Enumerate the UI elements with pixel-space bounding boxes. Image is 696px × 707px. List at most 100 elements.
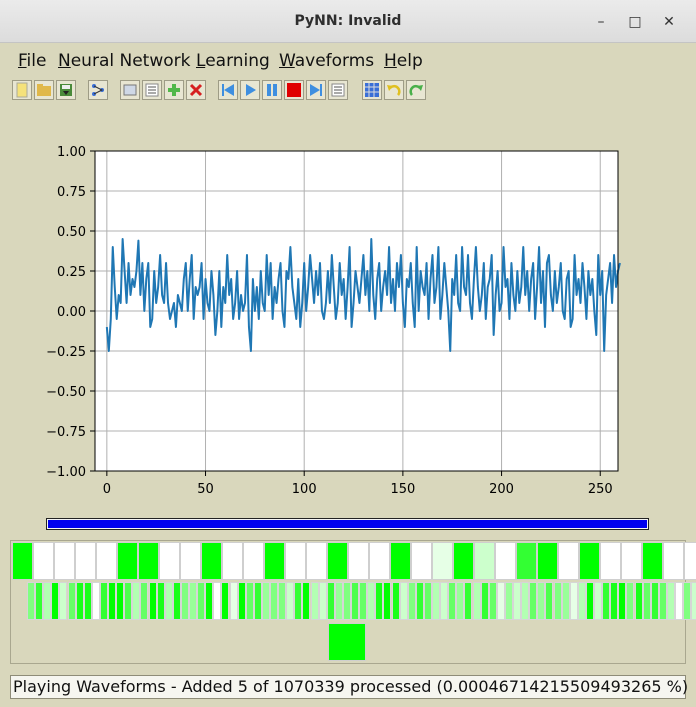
neuron-cell-layer2 <box>221 582 230 620</box>
neuron-cell-layer2 <box>375 582 384 620</box>
neuron-cell-layer2 <box>294 582 303 620</box>
neuron-cell-layer2 <box>440 582 449 620</box>
neuron-cell-layer2 <box>43 582 52 620</box>
grid-button[interactable] <box>362 80 382 100</box>
neuron-cell-layer2 <box>172 582 181 620</box>
neuron-cell-layer2 <box>577 582 586 620</box>
menu-help[interactable]: Help <box>384 51 423 71</box>
y-tick-label: 0.25 <box>57 265 86 280</box>
layer-button[interactable] <box>120 80 140 100</box>
neuron-cell-layer2 <box>27 582 36 620</box>
menu-file-label: ile <box>26 51 47 71</box>
toolbar <box>10 78 686 104</box>
neuron-cell-layer1 <box>306 542 327 580</box>
redo-button[interactable] <box>406 80 426 100</box>
neuron-cell-layer2 <box>448 582 457 620</box>
fast-forward-button[interactable] <box>306 80 326 100</box>
neuron-cell-layer2 <box>67 582 76 620</box>
save-button[interactable] <box>56 80 76 100</box>
neuron-cell-layer2 <box>59 582 68 620</box>
neuron-cell-layer2 <box>553 582 562 620</box>
neuron-cell-layer2 <box>545 582 554 620</box>
neuron-cell-layer2 <box>359 582 368 620</box>
neuron-cell-layer2 <box>156 582 165 620</box>
app-window: PyNN: Invalid – □ ✕ File Neural Network … <box>0 0 696 707</box>
neuron-cell-layer2 <box>691 582 696 620</box>
neuron-cell-layer2 <box>334 582 343 620</box>
neuron-cell-layer2 <box>164 582 173 620</box>
neuron-cell-layer1 <box>348 542 369 580</box>
neuron-cell-layer2 <box>521 582 530 620</box>
neuron-cell-layer2 <box>302 582 311 620</box>
menu-waveforms[interactable]: Waveforms <box>279 51 374 71</box>
network-button[interactable] <box>88 80 108 100</box>
neuron-cell-layer2 <box>464 582 473 620</box>
neuron-cell-layer2 <box>83 582 92 620</box>
neuron-cell-layer2 <box>367 582 376 620</box>
play-button[interactable] <box>240 80 260 100</box>
title-bar[interactable]: PyNN: Invalid – □ ✕ <box>0 0 696 43</box>
undo-icon <box>387 84 401 96</box>
neuron-cell-layer2 <box>91 582 100 620</box>
neuron-cell-layer1 <box>54 542 75 580</box>
rewind-button[interactable] <box>218 80 238 100</box>
neuron-cell-layer1 <box>684 542 696 580</box>
pause-button[interactable] <box>262 80 282 100</box>
neuron-cell-layer2 <box>270 582 279 620</box>
progress-bar <box>46 518 649 530</box>
stop-button[interactable] <box>284 80 304 100</box>
x-tick-label: 100 <box>292 482 317 497</box>
neuron-cell-layer2 <box>561 582 570 620</box>
menu-waveforms-mnemonic: W <box>279 51 295 71</box>
close-button[interactable]: ✕ <box>658 11 680 33</box>
neuron-cell-layer2 <box>585 582 594 620</box>
neuron-cell-layer2 <box>513 582 522 620</box>
neuron-cell-layer2 <box>399 582 408 620</box>
waveform-chart: 0 50 100 150 200 250 −1.00 −0.75 −0.50 −0.25 0.00 0… <box>46 145 621 497</box>
menu-neural-network-label: eural Network <box>70 51 191 71</box>
maximize-button[interactable]: □ <box>624 11 646 33</box>
neuron-cell-layer2 <box>197 582 206 620</box>
list-button[interactable] <box>328 80 348 100</box>
table-button[interactable] <box>142 80 162 100</box>
menu-file-mnemonic: F <box>18 51 27 71</box>
menu-file[interactable]: File <box>18 51 46 71</box>
neuron-cell-layer1 <box>138 542 159 580</box>
neuron-cell-layer2 <box>488 582 497 620</box>
neuron-cell-layer1 <box>327 542 348 580</box>
neuron-cell-layer1 <box>453 542 474 580</box>
open-icon <box>37 84 51 96</box>
neuron-cell-layer2 <box>124 582 133 620</box>
undo-button[interactable] <box>384 80 404 100</box>
neuron-cell-layer1 <box>663 542 684 580</box>
minimize-button[interactable]: – <box>590 11 612 33</box>
new-button[interactable] <box>12 80 32 100</box>
neuron-cell-layer2 <box>99 582 108 620</box>
menu-neural-network[interactable]: Neural Network <box>58 51 190 71</box>
open-button[interactable] <box>34 80 54 100</box>
neuron-cell-layer2 <box>318 582 327 620</box>
neuron-cell-layer2 <box>189 582 198 620</box>
neuron-cell-layer2 <box>642 582 651 620</box>
neuron-cell-layer2 <box>423 582 432 620</box>
add-icon <box>168 84 180 96</box>
neuron-cell-layer2 <box>229 582 238 620</box>
add-button[interactable] <box>164 80 184 100</box>
neuron-cell-layer2 <box>407 582 416 620</box>
neuron-cell-layer2 <box>278 582 287 620</box>
status-bar: Playing Waveforms - Added 5 of 1070339 p… <box>10 675 689 699</box>
neuron-cell-layer1 <box>390 542 411 580</box>
y-tick-label: 0.50 <box>57 225 86 240</box>
y-tick-label: −0.75 <box>46 425 86 440</box>
new-icon <box>16 82 28 98</box>
neuron-activation-grid <box>10 540 696 664</box>
neuron-cell-layer1 <box>411 542 432 580</box>
neuron-cell-layer1 <box>642 542 663 580</box>
neuron-cell-layer2 <box>286 582 295 620</box>
delete-button[interactable] <box>186 80 206 100</box>
menu-learning[interactable]: Learning <box>196 51 270 71</box>
play-icon <box>246 84 256 96</box>
neuron-cell-layer2 <box>618 582 627 620</box>
x-tick-label: 0 <box>103 482 111 497</box>
status-text: Playing Waveforms - Added 5 of 1070339 p… <box>13 677 689 696</box>
